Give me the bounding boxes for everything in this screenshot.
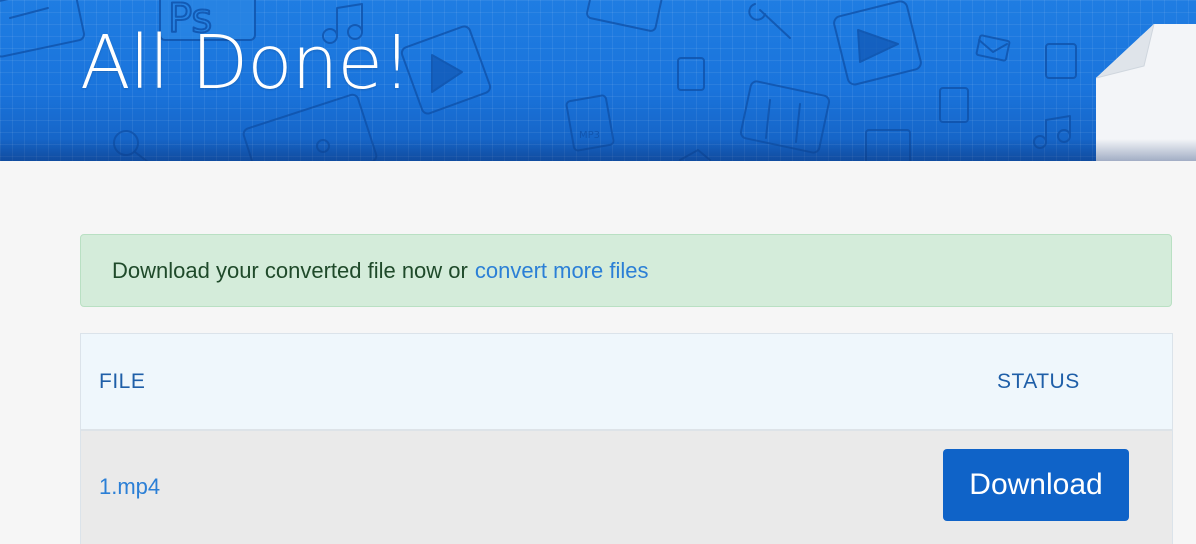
download-button[interactable]: Download: [943, 449, 1129, 521]
file-icon: [1045, 43, 1077, 79]
music-note-icon: [1033, 115, 1071, 149]
files-table: FILE STATUS 1.mp4 Download: [80, 333, 1173, 544]
box-icon: [586, 0, 665, 32]
success-alert: Download your converted file now or conv…: [80, 234, 1172, 307]
table-header: FILE STATUS: [81, 334, 1172, 431]
page-curl-icon: [1096, 23, 1196, 161]
magnifier-icon: [113, 130, 149, 161]
file-icon: [939, 87, 969, 123]
mp3-file-icon: MP3: [565, 94, 615, 152]
table-row: 1.mp4 Download: [81, 431, 1172, 544]
film-strip-icon: [739, 80, 831, 154]
chevron-icon: [679, 149, 711, 161]
video-tile-icon: [833, 0, 922, 86]
convert-more-files-link[interactable]: convert more files: [475, 258, 649, 284]
envelope-icon: [975, 34, 1011, 62]
wrench-icon: [748, 3, 791, 39]
tablet-icon: [0, 0, 86, 58]
column-header-status: STATUS: [997, 369, 1080, 393]
file-name-link[interactable]: 1.mp4: [99, 474, 160, 500]
page-title: All Done!: [80, 20, 412, 106]
svg-text:MP3: MP3: [579, 130, 600, 141]
file-icon: [677, 57, 705, 91]
column-header-file: FILE: [99, 369, 146, 393]
alert-message: Download your converted file now or: [112, 257, 468, 283]
play-icon: [400, 25, 492, 115]
file-icon: [865, 129, 911, 161]
hero-banner: Ps MP3 All Done!: [0, 0, 1196, 161]
